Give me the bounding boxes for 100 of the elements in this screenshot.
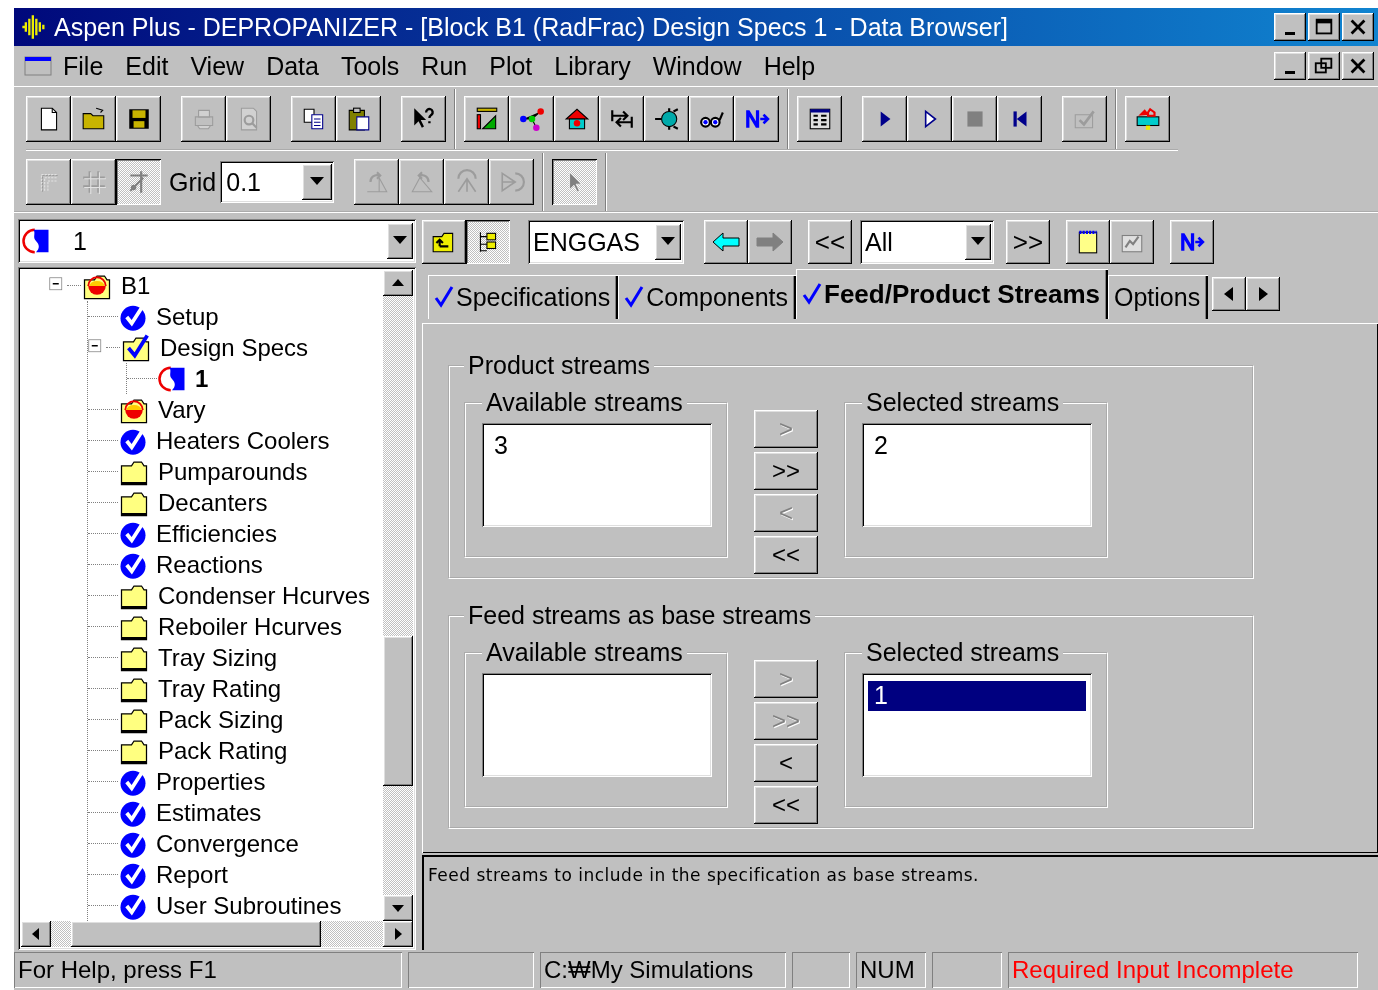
move-button[interactable]: < [754,744,818,782]
units-combo[interactable]: ENGGAS [528,220,684,264]
scroll-left-button[interactable] [21,921,51,947]
list-item[interactable]: 2 [868,431,1086,461]
menu-item[interactable]: View [179,49,256,83]
save-button[interactable] [116,96,161,142]
move-button[interactable]: >> [754,452,818,490]
available-streams-list[interactable]: 3 [482,423,712,527]
next-step-button[interactable] [1170,220,1214,264]
tree-item[interactable]: Tray Rating [156,674,284,703]
properties-button[interactable] [554,96,599,142]
restore-button[interactable] [1308,52,1340,80]
tree-item[interactable]: Efficiencies [154,519,279,548]
menu-item[interactable]: Library [543,49,642,83]
tree-item[interactable]: Tray Sizing [156,643,280,672]
menu-item[interactable]: Plot [478,49,544,83]
tree-item[interactable]: 1 [193,364,211,393]
flowsheet-button[interactable] [464,96,509,142]
help-button[interactable] [401,96,446,142]
new-button[interactable] [26,96,71,142]
previous-button[interactable]: << [808,220,852,264]
tree-item[interactable]: Vary [156,395,208,424]
streams-button[interactable] [599,96,644,142]
maximize-button[interactable] [1308,13,1340,41]
snap-to-grid-button[interactable] [116,159,161,205]
group-title: Product streams [467,351,651,380]
components-button[interactable] [509,96,554,142]
tree-item[interactable]: B1 [119,271,153,300]
up-folder-button[interactable] [422,220,466,264]
tree-item[interactable]: Convergence [154,829,301,858]
step-button[interactable] [907,96,952,142]
close-button[interactable] [1342,13,1374,41]
vertical-scrollbar[interactable] [383,270,413,921]
data-browser-button[interactable] [797,96,842,142]
minimize-button[interactable] [1274,13,1306,41]
blocks-button[interactable] [644,96,689,142]
reinitialize-button[interactable] [997,96,1042,142]
object-combo[interactable]: 1 [18,219,416,263]
tree-item[interactable]: Pack Sizing [156,705,286,734]
select-pointer-button[interactable] [552,159,598,205]
horizontal-scrollbar[interactable] [21,921,413,947]
tree-view-button[interactable] [466,220,510,264]
list-title: Available streams [485,388,684,417]
copy-button[interactable] [291,96,336,142]
tree-item[interactable]: Setup [154,302,221,331]
close-button[interactable] [1342,52,1374,80]
move-button[interactable]: << [754,536,818,574]
next-button[interactable] [734,96,779,142]
tree-item[interactable]: Condenser Hcurves [156,581,373,610]
selected-streams-list[interactable]: 2 [862,423,1092,527]
grid-combo[interactable]: 0.1 [220,161,335,203]
available-streams-list[interactable] [482,673,712,777]
scroll-thumb[interactable] [383,636,413,786]
next-button[interactable]: >> [1006,220,1050,264]
tab-scroll-left-button[interactable] [1212,277,1247,311]
tree-item[interactable]: Design Specs [158,333,311,362]
tree-item[interactable]: Heaters Coolers [154,426,332,455]
move-button[interactable]: << [754,786,818,824]
list-item[interactable]: 3 [488,431,706,461]
back-button[interactable] [704,220,748,264]
status-button[interactable] [1110,220,1154,264]
scroll-down-button[interactable] [383,895,413,921]
tree-item[interactable]: Properties [154,767,268,796]
tab-scroll-right-button[interactable] [1246,277,1281,311]
list-item[interactable]: 1 [868,681,1086,711]
tree-item[interactable]: Pack Rating [156,736,290,765]
tree-item[interactable]: Decanters [156,488,270,517]
menu-item[interactable]: Tools [329,49,411,83]
tree-item[interactable]: User Subroutines [154,891,344,920]
tree-item[interactable]: Report [154,860,231,889]
tree-item[interactable]: Estimates [154,798,264,827]
flip-horizontal-icon [498,169,525,195]
run-button[interactable] [862,96,907,142]
tab[interactable]: Options [1108,275,1209,319]
menu-item[interactable]: Help [752,49,827,83]
app-logo-icon [20,13,48,41]
notes-button[interactable] [1066,220,1110,264]
scroll-thumb[interactable] [71,921,321,947]
tab[interactable]: Specifications [428,275,619,319]
scroll-up-button[interactable] [383,270,413,296]
minimize-button[interactable] [1274,52,1306,80]
results-button[interactable] [689,96,734,142]
tree-item[interactable]: Reactions [154,550,265,579]
scroll-right-button[interactable] [383,921,413,947]
tree-item[interactable]: Pumparounds [156,457,310,486]
open-button[interactable] [71,96,116,142]
model-library-button[interactable] [1125,96,1170,142]
tree-item[interactable]: Reboiler Hcurves [156,612,345,641]
stop-button[interactable] [952,96,997,142]
tab[interactable]: Feed/Product Streams [796,269,1108,319]
menu-item[interactable]: File [52,49,115,83]
paste-button[interactable] [336,96,381,142]
list-title: Available streams [485,638,684,667]
menu-item[interactable]: Window [641,49,753,83]
menu-item[interactable]: Data [255,49,330,83]
selected-streams-list[interactable]: 1 [862,673,1092,777]
tab[interactable]: Components [618,275,796,319]
menu-item[interactable]: Run [410,49,479,83]
filter-combo[interactable]: All [860,220,994,264]
menu-item[interactable]: Edit [114,49,180,83]
